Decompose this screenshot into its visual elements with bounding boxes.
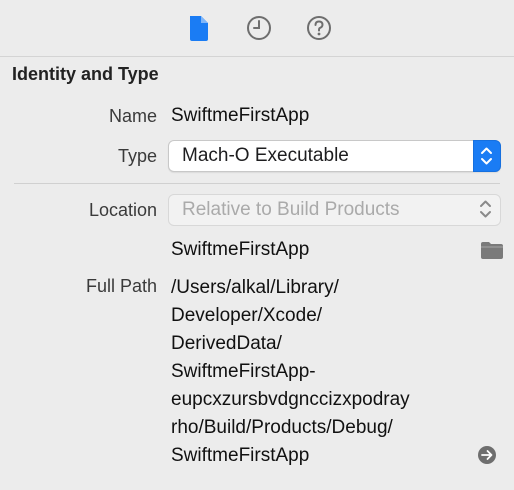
full-path-line: rho/Build/Products/Debug/ <box>171 417 393 438</box>
full-path-line: DerivedData/ <box>171 333 282 354</box>
name-label: Name <box>108 106 157 126</box>
file-name-value: SwiftmeFirstApp <box>171 239 310 260</box>
reveal-in-finder-arrow-icon[interactable] <box>477 445 497 470</box>
section-divider <box>14 183 500 184</box>
type-popup-value: Mach-O Executable <box>182 145 349 166</box>
folder-icon[interactable] <box>480 240 504 265</box>
location-popup[interactable]: Relative to Build Products <box>168 194 501 226</box>
inspector-tab-bar <box>0 0 514 57</box>
location-popup-value: Relative to Build Products <box>182 199 400 220</box>
full-path-line: SwiftmeFirstApp <box>171 445 310 466</box>
full-path-line: Developer/Xcode/ <box>171 305 323 326</box>
clock-icon[interactable] <box>245 14 271 42</box>
name-value: SwiftmeFirstApp <box>171 105 310 126</box>
type-label: Type <box>117 146 157 166</box>
full-path-line: SwiftmeFirstApp- <box>171 361 316 382</box>
section-title: Identity and Type <box>12 64 159 84</box>
document-icon[interactable] <box>186 14 212 42</box>
full-path-line: eupcxzursbvdgnccizxpodray <box>171 389 410 410</box>
full-path-line: /Users/alkal/Library/ <box>171 277 339 298</box>
full-path-value: /Users/alkal/Library/ Developer/Xcode/ D… <box>171 274 410 470</box>
question-icon[interactable] <box>305 14 331 42</box>
full-path-label: Full Path <box>85 276 157 296</box>
location-label: Location <box>88 200 157 220</box>
type-popup[interactable]: Mach-O Executable <box>168 140 501 172</box>
up-down-chevron-icon[interactable] <box>473 194 501 226</box>
up-down-chevron-icon[interactable] <box>473 140 501 172</box>
